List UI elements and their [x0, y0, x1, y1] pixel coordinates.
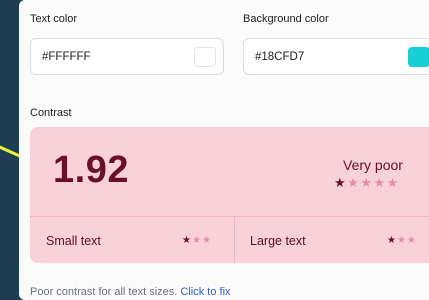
small-text-stars: ★★★	[182, 235, 212, 246]
contrast-section-label: Contrast	[30, 107, 72, 119]
background-color-swatch[interactable]	[408, 47, 429, 67]
contrast-footer: Poor contrast for all text sizes. Click …	[30, 286, 231, 298]
text-color-label: Text color	[30, 13, 78, 25]
background-color-label: Background color	[243, 13, 329, 25]
star-empty-icon: ★	[386, 175, 400, 190]
card-divider-vertical	[234, 216, 235, 263]
text-color-value: #FFFFFF	[42, 51, 91, 63]
large-text-stars: ★★★	[387, 235, 417, 246]
background-color-value: #18CFD7	[255, 51, 305, 63]
star-empty-icon: ★	[396, 235, 407, 246]
star-empty-icon: ★	[360, 175, 374, 190]
star-empty-icon: ★	[191, 235, 202, 246]
contrast-rating-label: Very poor	[343, 157, 403, 173]
star-filled-icon: ★	[334, 175, 348, 190]
contrast-rating-stars: ★★★★★	[334, 175, 400, 191]
click-to-fix-link[interactable]: Click to fix	[180, 286, 230, 298]
contrast-result-card: 1.92 Very poor ★★★★★ Small text ★★★ Larg…	[30, 127, 429, 263]
footer-message: Poor contrast for all text sizes.	[30, 286, 178, 298]
star-empty-icon: ★	[201, 235, 212, 246]
text-color-swatch[interactable]	[194, 47, 216, 67]
card-divider	[30, 216, 429, 217]
star-empty-icon: ★	[373, 175, 387, 190]
contrast-ratio: 1.92	[53, 149, 129, 191]
contrast-checker-panel: Text color #FFFFFF Background color #18C…	[19, 0, 429, 300]
small-text-label: Small text	[46, 234, 101, 248]
text-color-field[interactable]: #FFFFFF	[30, 38, 224, 75]
star-empty-icon: ★	[406, 235, 417, 246]
large-text-label: Large text	[250, 234, 306, 248]
star-filled-icon: ★	[387, 235, 397, 246]
background-color-field[interactable]: #18CFD7	[243, 38, 429, 75]
star-empty-icon: ★	[347, 175, 361, 190]
star-filled-icon: ★	[182, 235, 192, 246]
